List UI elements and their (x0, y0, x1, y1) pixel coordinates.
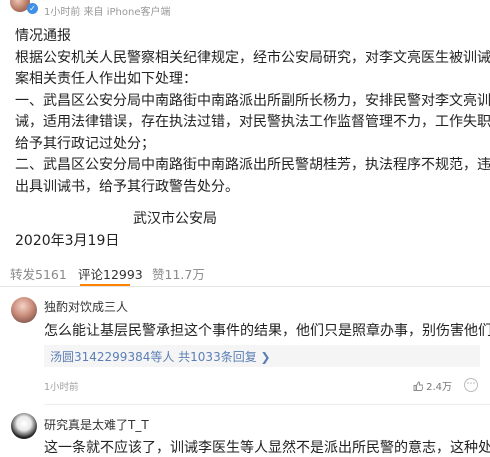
more-options-icon[interactable]: ⋯ (464, 378, 478, 392)
post-body: 情况通报 根据公安机关人民警察相关纪律规定，经市公安局研究，对李文亮医生被训诫一… (15, 26, 490, 252)
verified-badge-icon: ✓ (27, 3, 38, 14)
comment-time: 1小时前 (44, 382, 79, 393)
comment-item: 独酌对饮成三人 怎么能让基层民警承担这个事件的结果，他们只是照章办事，别伤害他们… (0, 294, 490, 404)
repost-tab[interactable]: 转发5161 (10, 264, 67, 283)
reply-summary-box[interactable]: 汤圆3142299384等人 共1033条回复 ❯ (44, 345, 480, 367)
post-line: 根据公安机关人民警察相关纪律规定，经市公安局研究，对李文亮医生被训诫一 (15, 49, 490, 66)
comment-text: 这一条就不应该了，训诫李医生等人显然不是派出所民警的意志，这种处罚 (44, 440, 490, 456)
post-signature: 武汉市公安局 (133, 211, 217, 227)
like-tab[interactable]: 赞11.7万 (152, 264, 205, 283)
post-line: 案相关责任人作出如下处理： (15, 71, 197, 87)
action-bar: 转发5161 评论12993 赞11.7万 (0, 258, 490, 287)
commenter-name[interactable]: 独酌对饮成三人 (44, 298, 128, 315)
post-time-source: 1小时前 来自 iPhone客户端 (44, 7, 171, 18)
post-line: 给予其行政记过处分； (15, 135, 155, 152)
post-title: 情况通报 (15, 28, 71, 44)
post-line: 一、武昌区公安分局中南路街中南路派出所副所长杨力，安排民警对李文亮训 (15, 92, 490, 109)
commenter-avatar[interactable] (11, 297, 37, 323)
post-date: 2020年3月19日 (15, 232, 120, 249)
comment-item: 研究真是太难了T_T 这一条就不应该了，训诫李医生等人显然不是派出所民警的意志，… (0, 410, 490, 456)
reply-summary-link[interactable]: 汤圆3142299384等人 共1033条回复 ❯ (50, 348, 271, 365)
post-line: 二、武昌区公安分局中南路街中南路派出所民警胡桂芳，执法程序不规范，违规 (15, 157, 490, 173)
commenter-avatar[interactable] (11, 413, 37, 439)
thumb-up-icon (413, 381, 424, 391)
post-line: 诫，适用法律错误，存在执法过错，对民警执法工作监督管理不力，工作失职， (15, 114, 490, 130)
comment-tab[interactable]: 评论12993 (78, 264, 143, 283)
post-line: 出具训诫书，给予其行政警告处分。 (15, 178, 239, 195)
reply-summary-text: 汤圆3142299384等人 共1033条回复 (50, 350, 257, 364)
comment-text: 怎么能让基层民警承担这个事件的结果，他们只是照章办事，别伤害他们！ (44, 323, 490, 339)
post-header: ✓ 1小时前 来自 iPhone客户端 (0, 0, 490, 24)
active-tab-indicator (80, 284, 130, 286)
chevron-right-icon: ❯ (260, 350, 271, 364)
comment-divider (44, 404, 490, 405)
commenter-name[interactable]: 研究真是太难了T_T (44, 416, 149, 433)
comment-like-button[interactable]: 2.4万 (413, 378, 452, 393)
comment-like-count: 2.4万 (426, 382, 452, 393)
